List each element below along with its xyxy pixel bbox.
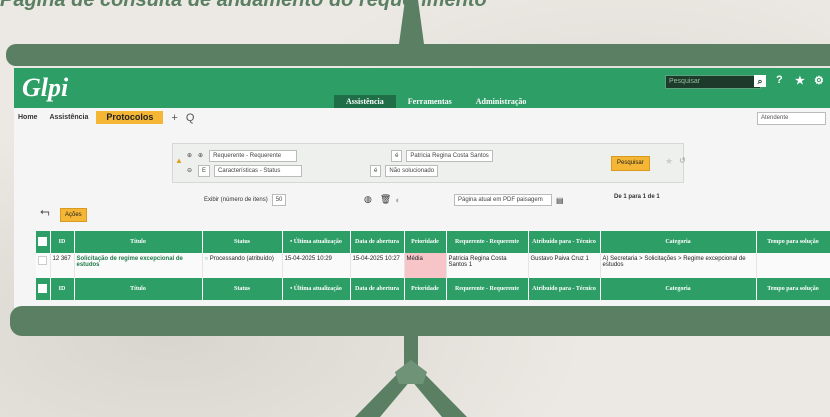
col-titulo[interactable]: Título: [74, 231, 203, 253]
search-list-icon[interactable]: Q: [186, 112, 195, 124]
col-requerente-footer[interactable]: Requerente - Requerente: [446, 278, 529, 300]
glpi-window: Glpi Pesquisar ⌕ ? ★ ⚙ Assistência Ferra…: [14, 68, 830, 308]
cell-status: ○ Processando (atribuído): [202, 253, 283, 278]
col-tempo-solucao-footer[interactable]: Tempo para solução: [756, 278, 830, 300]
add-icon[interactable]: +: [171, 112, 177, 124]
col-data-abertura-footer[interactable]: Data de abertura: [350, 278, 405, 300]
menu-administracao[interactable]: Administração: [464, 95, 539, 108]
items-select[interactable]: 50: [271, 194, 287, 206]
screen-top-bar: [6, 44, 830, 66]
screen-bottom-bar: [10, 306, 830, 336]
status-text: Processando (atribuído): [209, 256, 274, 262]
menu-ferramentas[interactable]: Ferramentas: [396, 95, 464, 108]
export-select[interactable]: Página atual em PDF paisagem: [454, 194, 552, 206]
results-table: ID Título Status • Última atualização Da…: [36, 231, 830, 300]
globe-icon[interactable]: ◍: [364, 194, 372, 205]
value-select[interactable]: Patricia Regina Costa Santos: [406, 149, 493, 162]
cell-id: 12 367: [50, 253, 75, 278]
select-all-checkbox[interactable]: [36, 231, 51, 253]
cell-titulo[interactable]: Solicitação de regime excepcional de est…: [74, 253, 203, 278]
criteria-row-2: ⊖ E Características - Status é Não soluc…: [187, 164, 442, 177]
operator-select[interactable]: é: [391, 149, 403, 162]
add-group-icon[interactable]: ⊕: [198, 152, 203, 159]
table-header-row: ID Título Status • Última atualização Da…: [36, 231, 830, 253]
help-icon[interactable]: ?: [776, 74, 783, 86]
search-button[interactable]: Pesquisar: [611, 156, 650, 171]
toggle-icon[interactable]: ◐: [395, 195, 400, 205]
breadcrumb-protocolos[interactable]: Protocolos: [96, 111, 164, 124]
col-data-abertura[interactable]: Data de abertura: [350, 231, 405, 253]
col-prioridade[interactable]: Prioridade: [404, 231, 447, 253]
add-criterion-icon[interactable]: ⊕: [187, 152, 192, 159]
col-status[interactable]: Status: [202, 231, 283, 253]
breadcrumb: Home Assistência Protocolos + Q: [14, 110, 830, 125]
select-all-checkbox-footer[interactable]: [36, 278, 51, 300]
status-icon: ○: [204, 256, 209, 262]
col-categoria-footer[interactable]: Categoria: [600, 278, 757, 300]
field-select[interactable]: Requerente - Requerente: [209, 149, 298, 162]
cell-tempo-solucao: [756, 253, 830, 278]
reset-icon[interactable]: ↺: [679, 156, 686, 165]
col-requerente[interactable]: Requerente - Requerente: [446, 231, 529, 253]
main-menu: Assistência Ferramentas Administração: [334, 95, 538, 108]
col-id[interactable]: ID: [50, 231, 75, 253]
export-icon[interactable]: ▤: [556, 196, 564, 205]
top-bar: Glpi Pesquisar ⌕ ? ★ ⚙ Assistência Ferra…: [14, 68, 830, 108]
profile-select[interactable]: Atendente: [757, 112, 826, 125]
remove-criterion-icon[interactable]: ⊖: [187, 167, 192, 174]
trash-icon[interactable]: 🗑: [380, 194, 391, 205]
col-tempo-solucao[interactable]: Tempo para solução: [756, 231, 830, 253]
arrow-icon: ⮢: [40, 204, 50, 218]
cell-atribuido: Gustavo Paiva Cruz 1: [528, 253, 601, 278]
warning-icon: ▲: [175, 156, 183, 165]
col-atribuido-footer[interactable]: Atribuído para - Técnico: [528, 278, 601, 300]
col-ultima-atualizacao-footer[interactable]: • Última atualização: [282, 278, 351, 300]
menu-assistencia[interactable]: Assistência: [334, 95, 396, 108]
cell-requerente: Patricia Regina Costa Santos 1: [446, 253, 529, 278]
items-per-page: Exibir (número de itens) 50: [204, 194, 290, 206]
pagination: De 1 para 1 de 1: [614, 194, 660, 200]
breadcrumb-home[interactable]: Home: [14, 111, 45, 124]
export-controls: Página atual em PDF paisagem ▤: [454, 194, 564, 206]
gear-icon[interactable]: ⚙: [814, 74, 824, 87]
criteria-row-1: ⊕ ⊕ Requerente - Requerente é Patricia R…: [187, 149, 497, 162]
operator-select-2[interactable]: é: [370, 164, 382, 177]
field-select-2[interactable]: Características - Status: [214, 164, 303, 177]
table-footer-row: ID Título Status • Última atualização Da…: [36, 278, 830, 300]
col-id-footer[interactable]: ID: [50, 278, 75, 300]
actions-button[interactable]: Ações: [60, 208, 87, 222]
cell-ultima-atualizacao: 15-04-2025 10:29: [282, 253, 351, 278]
col-atribuido[interactable]: Atribuído para - Técnico: [528, 231, 601, 253]
cell-prioridade: Média: [404, 253, 447, 278]
view-toggles: ◍ 🗑 ◐: [364, 194, 401, 205]
search-criteria: ▲ ⊕ ⊕ Requerente - Requerente é Patricia…: [172, 143, 686, 183]
cell-data-abertura: 15-04-2025 10:27: [350, 253, 405, 278]
breadcrumb-assistencia[interactable]: Assistência: [45, 111, 96, 124]
row-checkbox[interactable]: [36, 253, 51, 278]
col-categoria[interactable]: Categoria: [600, 231, 757, 253]
glpi-logo[interactable]: Glpi: [22, 73, 68, 103]
logic-select[interactable]: E: [198, 164, 211, 177]
search-input[interactable]: Pesquisar: [665, 75, 761, 89]
table-row[interactable]: 12 367 Solicitação de regime excepcional…: [36, 253, 830, 278]
col-titulo-footer[interactable]: Título: [74, 278, 203, 300]
col-status-footer[interactable]: Status: [202, 278, 283, 300]
col-prioridade-footer[interactable]: Prioridade: [404, 278, 447, 300]
col-ultima-atualizacao[interactable]: • Última atualização: [282, 231, 351, 253]
cell-categoria: A) Secretaria > Solicitações > Regime ex…: [600, 253, 757, 278]
save-search-icon[interactable]: ★: [665, 156, 673, 167]
star-icon[interactable]: ★: [795, 74, 805, 87]
items-label: Exibir (número de itens): [204, 197, 268, 203]
search-icon[interactable]: ⌕: [754, 75, 766, 87]
value-select-2[interactable]: Não solucionado: [385, 164, 439, 177]
